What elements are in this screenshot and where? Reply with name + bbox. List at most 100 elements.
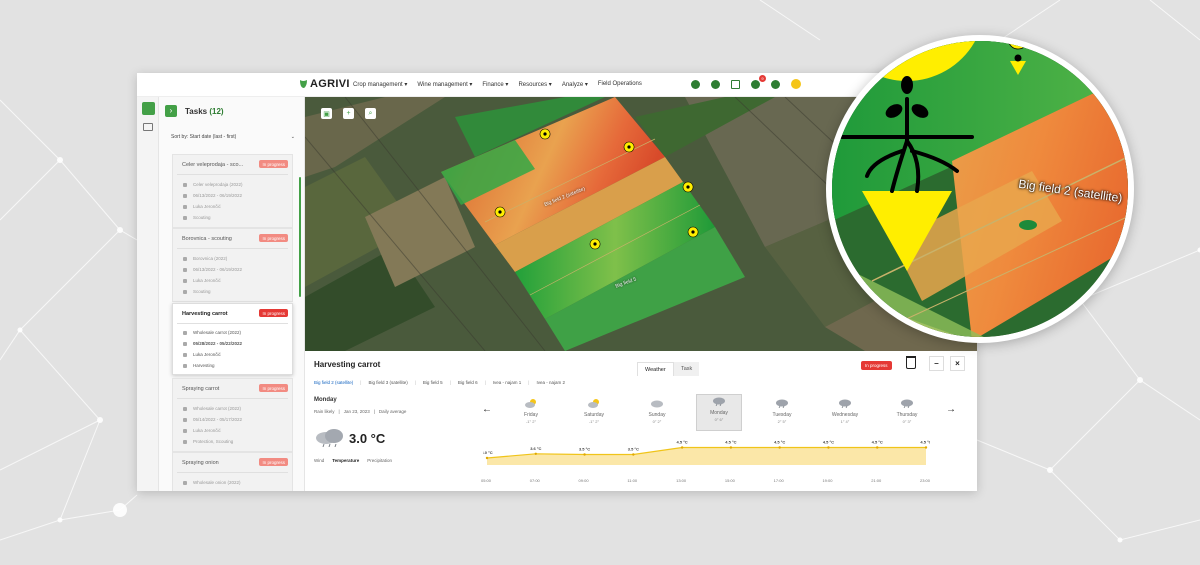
task-crop: Borovnica (2022): [193, 256, 228, 261]
card-divider: [177, 174, 288, 175]
bell-icon[interactable]: 9: [751, 74, 766, 89]
main-nav: Crop management ▾ Wine management ▾ Fina…: [353, 81, 642, 88]
task-title: Spraying carrot: [182, 386, 220, 392]
arrow-left-icon[interactable]: ←: [482, 404, 492, 415]
tasks-scrollbar[interactable]: [299, 177, 301, 297]
gear-icon[interactable]: [691, 79, 700, 89]
task-card-selected[interactable]: Harvesting carrot In progress Wholesale …: [172, 303, 293, 375]
temperature-label: 3.5 °C: [579, 447, 590, 452]
temperature-point[interactable]: [680, 446, 684, 449]
tasks-rail-icon[interactable]: [142, 102, 155, 115]
task-type: Protection, Scouting: [193, 439, 234, 444]
rain-cloud-icon: [316, 429, 343, 447]
task-crop: Celer veleprodaja (2022): [193, 182, 243, 187]
top-navigation-bar: AGRIVI Crop management ▾ Wine management…: [137, 73, 977, 97]
nav-crop-management[interactable]: Crop management ▾: [353, 81, 407, 88]
task-card[interactable]: Celer veleprodaja - sco... In progress C…: [172, 154, 293, 228]
task-crop: Wholesale carrot (2022): [193, 406, 242, 411]
task-card[interactable]: Spraying carrot In progress Wholesale ca…: [172, 378, 293, 452]
task-type: Scouting: [193, 215, 211, 220]
tasks-header: › Tasks (12): [165, 105, 224, 117]
weather-average: Daily average: [378, 409, 407, 414]
chart-legend: Wind Temperature Precipitation: [314, 458, 392, 463]
field-tab-ivea-najam-2[interactable]: Ivea - najam 2: [536, 380, 565, 385]
meta-separator: |: [338, 409, 340, 414]
task-dates: 05/14/2022 - 05/17/2022: [193, 417, 243, 422]
nav-resources[interactable]: Resources ▾: [518, 81, 551, 88]
hour-label: 13:00: [676, 478, 687, 483]
close-button[interactable]: ×: [950, 356, 965, 371]
field-tab-big-field-5[interactable]: Big field 5: [423, 380, 443, 385]
temperature-point[interactable]: [583, 453, 586, 456]
help-icon[interactable]: [711, 79, 720, 89]
person-icon: [183, 204, 187, 209]
task-card[interactable]: Spraying onion In progress Wholesale oni…: [172, 452, 293, 491]
chat-icon[interactable]: [771, 79, 780, 89]
crop-icon: [183, 256, 187, 261]
field-tab-ivea-najam-1[interactable]: Ivea - najam 1: [493, 380, 522, 385]
user-avatar[interactable]: [791, 79, 801, 89]
person-icon: [183, 278, 187, 283]
rain-cloud-icon: [776, 399, 788, 409]
temperature-point[interactable]: [876, 446, 879, 449]
hour-label: 05:00: [481, 478, 492, 483]
temperature-label: 4.5 °C: [823, 440, 834, 445]
temperature-point[interactable]: [924, 446, 928, 449]
weather-meta: Rain likely | Jan 23, 2023 | Daily avera…: [314, 409, 406, 414]
tag-icon: [183, 439, 187, 444]
legend-wind[interactable]: Wind: [314, 458, 324, 463]
task-card[interactable]: Borovnica - scouting In progress Borovni…: [172, 228, 293, 302]
trash-icon[interactable]: [906, 356, 916, 369]
card-divider: [177, 323, 288, 324]
task-title: Celer veleprodaja - sco...: [182, 162, 244, 168]
expand-panel-button[interactable]: ›: [165, 105, 177, 117]
agrivi-logo[interactable]: AGRIVI: [299, 78, 350, 90]
layers-button[interactable]: ▣: [321, 108, 332, 119]
task-dates: 06/13/2022 - 06/19/2022: [193, 267, 243, 272]
hour-label: 19:00: [822, 478, 833, 483]
minimize-button[interactable]: –: [929, 356, 944, 371]
megaphone-icon[interactable]: [143, 123, 153, 131]
crop-icon: [183, 182, 187, 187]
temperature-label: 4.5 °C: [677, 440, 688, 445]
hour-label: 07:00: [529, 478, 540, 483]
calendar-icon: [183, 193, 187, 198]
temperature-point[interactable]: [534, 452, 537, 455]
weather-date: Jan 23, 2023: [343, 409, 370, 414]
tab-task[interactable]: Task: [674, 362, 700, 376]
arrow-right-icon[interactable]: →: [946, 404, 956, 415]
search-button[interactable]: ⌕: [365, 108, 376, 119]
current-temperature: 3.0 °C: [349, 431, 386, 446]
meta-separator: |: [373, 409, 375, 414]
legend-temperature[interactable]: Temperature: [332, 458, 359, 463]
calendar-icon[interactable]: [731, 79, 740, 89]
cloud-sun-icon: [588, 399, 599, 408]
hour-label: 15:00: [724, 478, 735, 483]
nav-field-operations[interactable]: Field Operations: [598, 81, 642, 88]
temperature-point[interactable]: [778, 446, 781, 449]
weather-condition: Rain likely: [314, 409, 335, 414]
temperature-point[interactable]: [827, 446, 830, 449]
field-tab-big-field-6[interactable]: Big field 6: [458, 380, 478, 385]
add-button[interactable]: +: [343, 108, 354, 119]
left-rail: [137, 97, 159, 491]
calendar-icon: [183, 267, 187, 272]
hour-label: 21:00: [871, 478, 882, 483]
nav-wine-management[interactable]: Wine management ▾: [417, 81, 472, 88]
tasks-title: Tasks (12): [185, 107, 224, 116]
crop-icon: [183, 330, 187, 335]
field-tab-big-field-2[interactable]: Big field 2 (satellite): [314, 380, 353, 385]
person-icon: [183, 428, 187, 433]
temperature-point[interactable]: [729, 446, 733, 449]
temperature-label: 3.0 °C: [483, 450, 493, 455]
nav-analyze[interactable]: Analyze ▾: [562, 81, 588, 88]
temperature-point[interactable]: [632, 453, 635, 456]
nav-finance[interactable]: Finance ▾: [482, 81, 508, 88]
sort-dropdown[interactable]: Sort by: Start date (last - first) ⌄: [171, 130, 295, 144]
legend-precipitation[interactable]: Precipitation: [367, 458, 392, 463]
field-tab-big-field-3[interactable]: Big field 3 (satellite): [368, 380, 407, 385]
tab-weather[interactable]: Weather: [637, 362, 674, 376]
task-dates: 05/28/2022 - 05/22/2022: [193, 341, 243, 346]
temperature-point[interactable]: [485, 456, 489, 460]
hour-label: 11:00: [627, 478, 638, 483]
